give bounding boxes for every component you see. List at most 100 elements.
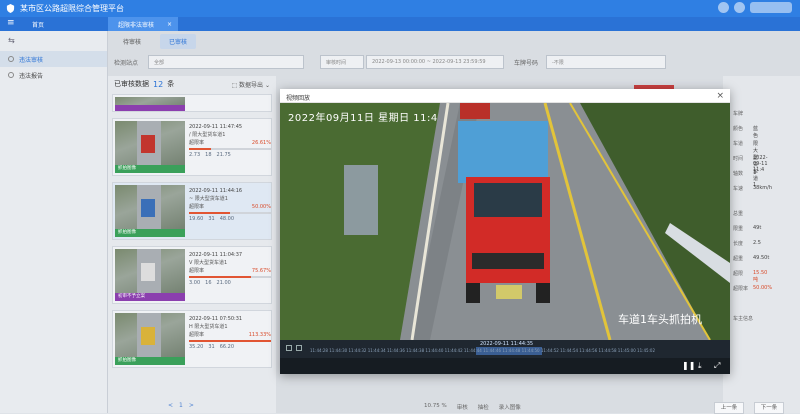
- detail-row: 长度 2.5: [733, 240, 761, 247]
- rate-bar: [189, 340, 271, 342]
- overlimit-rate: 26.61%: [251, 140, 271, 146]
- stat-limit: 31: [208, 216, 215, 222]
- site-select[interactable]: 全部: [148, 55, 304, 69]
- record-time: 2022-09-11 11:44:16: [189, 188, 243, 194]
- stat-weight: 35.20: [189, 344, 204, 350]
- user-avatar[interactable]: [734, 2, 745, 13]
- tab-close-icon[interactable]: ×: [167, 21, 172, 28]
- summary-image[interactable]: 录入图像: [499, 403, 521, 411]
- video-osd-time: 2022年09月11日 星期日 11:4: [288, 113, 438, 124]
- list-item[interactable]: [112, 94, 272, 112]
- close-icon[interactable]: ×: [716, 91, 724, 101]
- download-icon[interactable]: ⤓: [698, 361, 702, 371]
- stat-total: 66.20: [219, 344, 235, 350]
- detail-key: 限重: [733, 226, 744, 232]
- tab-bar: ≡ 首页 超限非法审核 ×: [0, 17, 800, 31]
- overlimit-rate: 50.00%: [251, 204, 271, 210]
- record-list: 已审核数据 12 条 ⬚ 数据导出 ⌄ 抓拍图像 2022-09-11 11:4…: [108, 76, 276, 413]
- status-tag: 初审不予立案: [115, 293, 185, 301]
- tab-home[interactable]: 首页: [22, 17, 108, 31]
- list-item-selected[interactable]: 抓拍图像 2022-09-11 11:44:16 ~ 限大型货车道1 超限率 50…: [112, 182, 272, 240]
- list-item[interactable]: 抓拍图像 2022-09-11 07:50:31 H 限大型货车道1 超限率 11…: [112, 310, 272, 368]
- snapshot-thumbnail: 抓拍图像: [115, 185, 185, 237]
- subtab-reviewed[interactable]: 已审核: [160, 34, 197, 49]
- detail-row: 总重: [733, 210, 743, 217]
- sidebar-item-label: 违法审核: [19, 56, 44, 64]
- status-tag: 抓拍图像: [115, 229, 185, 237]
- detail-row: 超重 49.50t: [733, 255, 769, 262]
- prev-page-button[interactable]: <: [168, 402, 173, 409]
- stat-total: 21.75: [216, 152, 231, 158]
- prev-record-button[interactable]: 上一条: [714, 402, 744, 414]
- detail-row: 时间 2022-09-11 11:4: [733, 155, 768, 173]
- snapshot-thumbnail: 抓拍图像: [115, 313, 185, 365]
- list-title: 已审核数据: [114, 80, 149, 88]
- detail-key: 时间: [733, 156, 744, 162]
- pause-icon[interactable]: ❚❚: [682, 361, 695, 370]
- tab-home-label: 首页: [32, 21, 45, 29]
- stat-weight: 19.60: [189, 216, 204, 222]
- fullscreen-icon[interactable]: ⤢: [714, 361, 720, 371]
- detail-row: 颜色 蓝色: [733, 125, 758, 139]
- sidebar-item-violation-review[interactable]: 违法审核: [0, 51, 107, 67]
- playback-timeline[interactable]: 2022-09-11 11:44:35 11:44:28 11:44:30 11…: [280, 340, 730, 358]
- user-icon: [8, 72, 14, 78]
- summary-rate: 10.75 %: [424, 403, 447, 409]
- export-button[interactable]: ⬚ 数据导出 ⌄: [231, 80, 270, 89]
- list-item[interactable]: 抓拍图像 2022-09-11 11:47:45 / 限大型货车道1 超限率 26…: [112, 118, 272, 176]
- record-time: 2022-09-11 07:50:31: [189, 316, 243, 322]
- detail-value: 2.5: [753, 240, 761, 246]
- sidebar-item-violation-report[interactable]: 违法报告: [0, 67, 107, 83]
- timeline-ticks: 11:44:28 11:44:30 11:44:32 11:44:34 11:4…: [310, 348, 655, 353]
- summary-stats: 10.75 % 审核 抽检 录入图像: [424, 403, 521, 411]
- next-page-button[interactable]: >: [189, 402, 194, 409]
- video-osd-camera: 车道1车头抓拍机: [618, 313, 702, 326]
- overlimit-rate: 113.33%: [248, 332, 271, 338]
- detail-key: 颜色: [733, 126, 744, 132]
- detail-row: 车道 限大型货车道1: [733, 140, 758, 188]
- next-record-button[interactable]: 下一条: [754, 402, 784, 414]
- playback-controls: ❚❚ ⤓ ⤢: [280, 358, 730, 374]
- detail-key: 车牌: [733, 111, 744, 117]
- filter-bar: 检测站点 全部 审核时间 2022-09-13 00:00:00 ~ 2022-…: [114, 55, 794, 71]
- detail-key: 超限: [733, 271, 744, 277]
- rate-label: 超限率: [189, 204, 205, 210]
- tab-overlimit-review[interactable]: 超限非法审核 ×: [108, 17, 178, 31]
- time-range-input[interactable]: 2022-09-13 00:00:00 ~ 2022-09-13 23:59:5…: [366, 55, 504, 69]
- record-lane: / 限大型货车道1: [189, 132, 226, 138]
- sidebar-collapse-icon[interactable]: ⇆: [0, 31, 107, 51]
- detail-key: 车速: [733, 186, 744, 192]
- timeline-stamp: 2022-09-11 11:44:35: [480, 341, 534, 347]
- detail-value: 15.50吨: [753, 270, 768, 283]
- page-number-button[interactable]: 1: [179, 402, 183, 409]
- stat-limit: 18: [205, 152, 212, 158]
- sidebar-item-label: 违法报告: [19, 72, 44, 80]
- user-menu[interactable]: [750, 2, 792, 13]
- notification-icon[interactable]: [718, 2, 729, 13]
- detail-key: 超重: [733, 256, 744, 262]
- detail-value: 49t: [753, 225, 762, 231]
- detail-row: 车主信息: [733, 315, 753, 322]
- zoom-out-icon[interactable]: [286, 345, 292, 351]
- detail-key: 车道: [733, 141, 744, 147]
- plate-input[interactable]: -不限: [546, 55, 666, 69]
- subtab-pending[interactable]: 待审核: [114, 34, 150, 49]
- rate-label: 超限率: [189, 268, 205, 274]
- detail-value: 38km/h: [753, 185, 772, 191]
- detail-value: 蓝色: [753, 126, 759, 139]
- tab-review-label: 超限非法审核: [118, 21, 155, 29]
- summary-review[interactable]: 审核: [457, 403, 468, 411]
- menu-toggle-icon[interactable]: ≡: [7, 18, 15, 28]
- export-label: 数据导出: [239, 82, 264, 89]
- record-time: 2022-09-11 11:04:37: [189, 252, 243, 258]
- user-icon: [8, 56, 14, 62]
- video-frame[interactable]: 2022年09月11日 星期日 11:4 车道1车头抓拍机: [280, 103, 730, 340]
- zoom-in-icon[interactable]: [296, 345, 302, 351]
- record-count-unit: 条: [167, 80, 175, 88]
- summary-spot-check[interactable]: 抽检: [478, 403, 489, 411]
- time-type-select[interactable]: 审核时间: [320, 55, 364, 69]
- detail-key: 轴数: [733, 171, 744, 177]
- list-item[interactable]: 初审不予立案 2022-09-11 11:04:37 V 限大型货车道1 超限率…: [112, 246, 272, 304]
- record-count: 12: [153, 79, 164, 89]
- detail-row: 车牌: [733, 110, 743, 117]
